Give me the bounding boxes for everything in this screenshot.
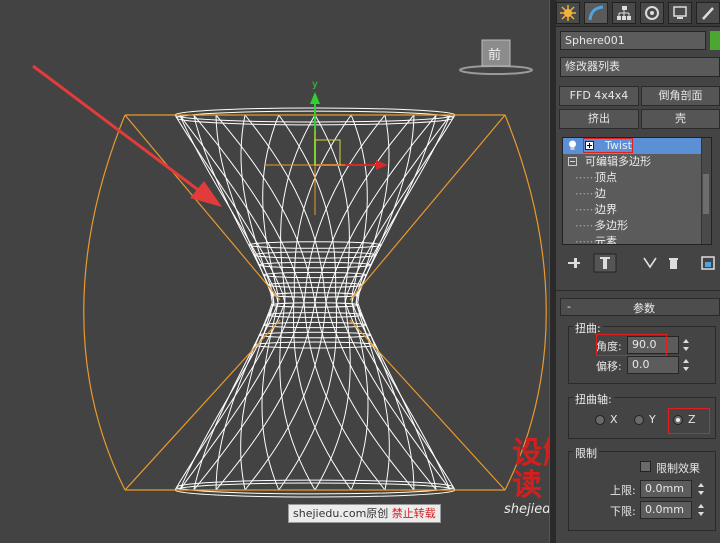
limit-effect-label: 限制效果 [656,462,700,475]
wire-ring [253,251,377,259]
highlight-angle [596,334,667,356]
utilities-icon [702,7,714,20]
bias-label: 偏移: [596,360,622,373]
object-color-swatch[interactable] [710,31,720,50]
pin-stack-icon[interactable] [568,258,580,268]
stack-scrollbar[interactable] [701,138,711,244]
modifier-list-label: 修改器列表 [565,60,620,73]
configure-sets-icon[interactable] [701,256,715,270]
rollout-title: 参数 [633,302,655,315]
command-panel: Sphere001 修改器列表 FFD 4x4x4 倒角剖面 挤出 壳 Twis… [556,0,720,543]
limit-effect-checkbox[interactable] [640,461,651,472]
tab-display[interactable] [668,2,692,24]
angle-spinner[interactable] [681,337,691,353]
stack-subitem-label: 多边形 [595,219,628,232]
stack-toolbar [560,253,720,273]
lightbulb-icon[interactable] [568,140,577,151]
stack-subitem-label: 顶点 [595,171,617,184]
wire-ring [267,282,363,288]
create-icon [560,5,576,21]
hierarchy-icon [617,6,631,20]
bias-input[interactable]: 0.0 [627,356,679,374]
y-axis-label: y [312,79,318,90]
display-icon [673,6,687,19]
limits-title: 限制 [573,445,599,461]
modifier-stack[interactable]: Twist 可编辑多边形 ⋯⋯ 顶点 ⋯⋯ 边 ⋯⋯ 边界 ⋯⋯ 多边形 ⋯⋯ 元素 [562,137,712,245]
stack-item-label: 可编辑多边形 [585,155,651,168]
caption-notice: 禁止转载 [391,507,436,520]
tab-hierarchy[interactable] [612,2,636,24]
highlight-axis-z [668,408,710,434]
extrude-button[interactable]: 挤出 [559,109,639,129]
viewport-scene: y 前 [32,39,547,498]
svg-text:前: 前 [488,47,501,63]
wire-ring [267,312,363,318]
tab-modify[interactable] [584,2,608,24]
bias-spinner[interactable] [681,357,691,373]
tab-utilities[interactable] [696,2,720,24]
watermark-url: shejiedu.com [504,502,549,517]
upper-limit-spinner[interactable] [696,481,706,497]
tab-motion[interactable] [640,2,664,24]
ffd-button[interactable]: FFD 4x4x4 [559,86,639,106]
lower-limit-spinner[interactable] [696,502,706,518]
stack-subitem-label: 边 [595,187,606,200]
modify-icon [588,5,604,21]
object-name-field[interactable]: Sphere001 [560,31,706,50]
lower-limit-input[interactable]: 0.0mm [640,501,692,519]
wire-ring [262,271,368,279]
bevel-profile-button[interactable]: 倒角剖面 [641,86,720,106]
wire-ring [263,321,367,329]
shell-button[interactable]: 壳 [641,109,720,129]
axis-y-label: Y [649,413,656,426]
wire-strand [355,114,437,491]
command-tabs [556,0,720,27]
perspective-viewport[interactable]: y 前 设解读 shejiedu.com shejiedu.com原创 禁止转载 [0,0,549,543]
remove-modifier-icon[interactable] [669,258,678,269]
stack-subitem-label: 边界 [595,203,617,216]
parameters-rollout-header[interactable]: - 参数 [560,298,720,316]
stack-subitem-label: 元素 [595,235,617,245]
axis-y-radio[interactable] [634,415,644,425]
modifier-list-dropdown[interactable]: 修改器列表 [560,57,720,77]
wire-ring [258,331,372,339]
watermark-brand: 设解读 [512,436,549,503]
wire-strand [193,114,275,491]
collapse-minus-icon[interactable] [568,157,577,166]
rollout-collapse-icon: - [567,300,571,313]
wire-ring [258,261,372,269]
make-unique-icon[interactable] [643,257,657,269]
upper-limit-label: 上限: [610,484,636,497]
watermark: 设解读 shejiedu.com [504,436,549,518]
motion-icon [645,6,659,20]
axis-x-radio[interactable] [595,415,605,425]
annotation-arrow [32,64,222,207]
panel-divider[interactable] [549,0,556,543]
wire-strand [355,114,437,491]
axis-x-label: X [610,413,618,426]
viewcube[interactable]: 前 [459,39,533,75]
caption-bar: shejiedu.com原创 禁止转载 [288,504,441,523]
wire-strand [193,114,275,491]
caption-original: 原创 [366,507,389,520]
upper-limit-input[interactable]: 0.0mm [640,480,692,498]
tab-create[interactable] [556,2,580,24]
highlight-twist [583,138,633,153]
caption-site: shejiedu.com [293,507,367,520]
wire-ring [253,341,377,349]
twist-axis-title: 扭曲轴: [573,391,614,407]
lower-limit-label: 下限: [610,505,636,518]
